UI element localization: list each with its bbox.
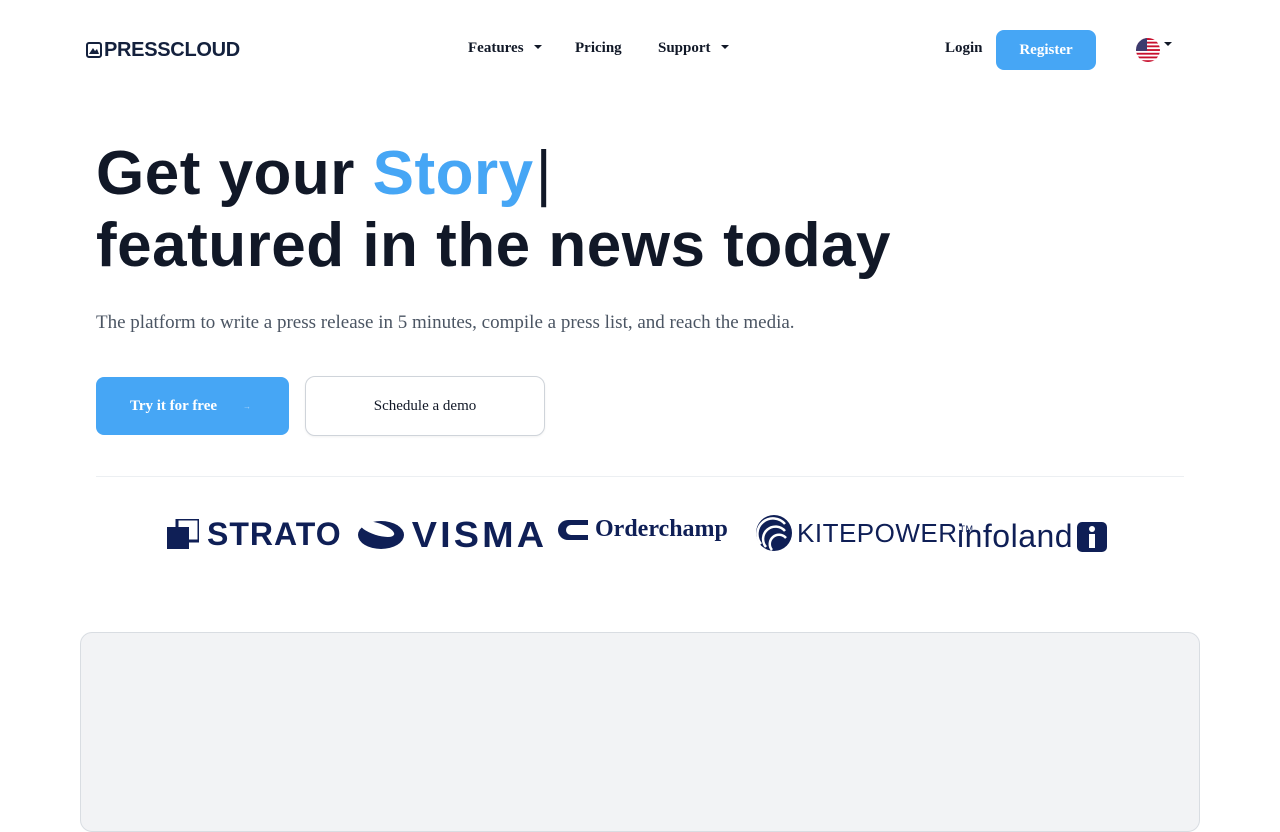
nav-support-label: Support xyxy=(658,40,711,56)
nav-features-dropdown[interactable]: Features xyxy=(468,40,542,57)
presscloud-logo-icon xyxy=(86,42,102,58)
login-link[interactable]: Login xyxy=(945,40,983,57)
nav-features-label: Features xyxy=(468,40,524,56)
typing-cursor: | xyxy=(535,139,553,208)
kitepower-text: KITEPOWER TM xyxy=(797,517,974,548)
kitepower-mark-icon xyxy=(756,515,792,551)
nav-pricing-label: Pricing xyxy=(575,40,622,56)
us-flag-icon xyxy=(1136,38,1160,62)
product-preview-panel xyxy=(80,632,1200,832)
caret-down-icon xyxy=(720,44,729,49)
strato-text: STRATO xyxy=(207,516,342,552)
hero-title-highlight: Story xyxy=(372,139,534,208)
hero-title-prefix: Get your xyxy=(96,139,373,208)
visma-text: VISMA xyxy=(411,514,548,555)
nav-support-dropdown[interactable]: Support xyxy=(658,40,729,57)
logo-text: PRESSCLOUD xyxy=(104,39,240,61)
customer-logos: STRATO VISMA Orderchamp KITEPOWER TM info… xyxy=(0,510,1280,560)
orderchamp-logo: Orderchamp xyxy=(557,516,728,543)
schedule-demo-button[interactable]: Schedule a demo xyxy=(305,376,545,436)
caret-down-icon xyxy=(533,44,542,49)
hero-title-line2: featured in the news today xyxy=(96,211,892,280)
try-free-label: Try it for free xyxy=(129,397,218,414)
kitepower-logo: KITEPOWER TM xyxy=(755,514,974,552)
strato-mark-icon xyxy=(167,518,199,549)
orderchamp-mark-icon xyxy=(558,519,588,540)
nav-pricing-link[interactable]: Pricing xyxy=(575,40,622,57)
hero-subtitle: The platform to write a press release in… xyxy=(96,312,795,333)
strato-logo: STRATO xyxy=(167,516,342,553)
hero-title: Get your Story| featured in the news tod… xyxy=(96,138,891,282)
language-selector[interactable] xyxy=(1136,38,1172,62)
try-free-button[interactable]: Try it for free → xyxy=(96,377,289,435)
visma-mark-icon xyxy=(358,521,404,549)
infoland-mark-icon xyxy=(1077,521,1108,552)
arrow-right-icon: → xyxy=(243,401,252,411)
orderchamp-text: Orderchamp xyxy=(595,516,728,542)
caret-down-icon xyxy=(1164,42,1172,46)
infoland-logo: infoland xyxy=(957,518,1108,555)
divider xyxy=(96,476,1184,477)
visma-logo: VISMA xyxy=(357,514,544,556)
presscloud-logo[interactable]: PRESSCLOUD xyxy=(86,38,240,62)
register-button[interactable]: Register xyxy=(996,30,1096,70)
infoland-text: infoland xyxy=(957,518,1074,554)
